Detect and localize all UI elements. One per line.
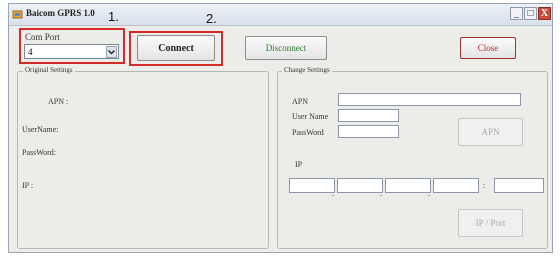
ip-dot-separator: . [380,189,382,198]
title-bar: Baicom GPRS 1.0 _ □ X [9,4,552,26]
username-input[interactable] [338,109,399,122]
com-port-select[interactable]: 4 [24,44,119,59]
minimize-button[interactable]: _ [510,7,523,20]
window-title: Baicom GPRS 1.0 [26,8,95,18]
maximize-button[interactable]: □ [524,7,537,20]
ip-octet-1-input[interactable] [289,178,335,193]
ip-octet-3-input[interactable] [385,178,431,193]
original-ip-label: IP : [22,181,34,190]
app-icon [12,10,23,19]
change-username-label: User Name [292,112,329,121]
original-apn-label: APN : [48,97,69,106]
chevron-down-icon[interactable] [106,46,117,58]
change-password-label: PassWord [292,128,324,137]
port-separator: : [483,181,486,190]
step-1-annotation: 1. [108,9,119,24]
port-input[interactable] [494,178,544,193]
original-settings-title: Original Settings [23,66,75,74]
ip-octet-2-input[interactable] [337,178,383,193]
disconnect-button[interactable]: Disconnect [245,36,327,60]
original-username-label: UserName: [22,125,59,134]
ip-dot-separator: . [428,189,430,198]
original-password-label: PassWord: [22,148,57,157]
ip-port-button[interactable]: IP / Port [458,209,523,237]
apn-button[interactable]: APN [458,118,523,146]
close-window-button[interactable]: X [538,7,551,20]
change-ip-label: IP [295,160,303,169]
app-window: Baicom GPRS 1.0 _ □ X 1. 2. Com Port 4 C… [8,3,553,253]
connect-button[interactable]: Connect [137,35,215,61]
com-port-label: Com Port [25,32,60,42]
ip-dot-separator: . [332,189,334,198]
com-port-value: 4 [28,47,33,57]
change-apn-label: APN [292,97,309,106]
step-2-annotation: 2. [206,11,217,26]
apn-input[interactable] [338,93,521,106]
close-button[interactable]: Close [460,37,516,59]
ip-octet-4-input[interactable] [433,178,479,193]
change-settings-title: Change Settings [282,66,332,74]
password-input[interactable] [338,125,399,138]
